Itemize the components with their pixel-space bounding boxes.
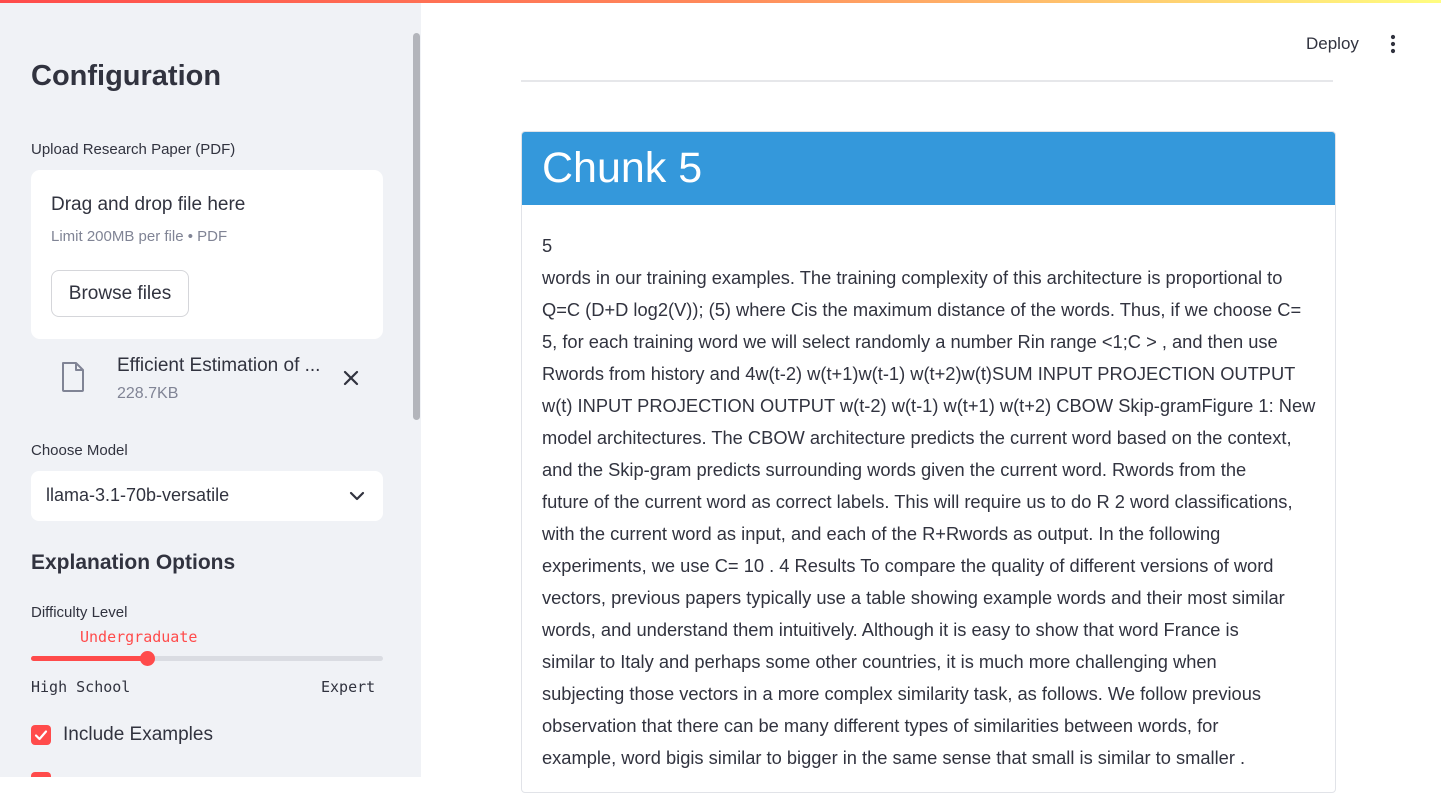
chunk-text-line: with the current word as input, and each… <box>542 523 1221 544</box>
chunk-text-line: words in our training examples. The trai… <box>542 267 1283 288</box>
sidebar-scrollbar[interactable] <box>413 33 420 420</box>
chunk-title: Chunk 5 <box>542 144 703 192</box>
difficulty-min-label: High School <box>31 678 131 696</box>
model-select[interactable]: llama-3.1-70b-versatile <box>31 471 383 521</box>
dropzone-limit-text: Limit 200MB per file • PDF <box>51 228 228 245</box>
difficulty-slider-thumb[interactable] <box>140 651 156 666</box>
top-decoration-bar <box>0 0 1441 3</box>
chevron-down-icon <box>348 488 366 509</box>
sidebar-title: Configuration <box>31 60 222 92</box>
chunk-text-line: experiments, we use C= 10 . 4 Results To… <box>542 555 1274 576</box>
chunk-text-line: example, word bigis similar to bigger in… <box>542 747 1246 768</box>
uploaded-file: Efficient Estimation of ... 228.7KB <box>31 348 383 408</box>
chunk-text-line: Rwords from history and 4w(t-2) w(t+1)w(… <box>542 363 1296 384</box>
chunk-text-line: 5, for each training word we will select… <box>542 331 1278 352</box>
browse-files-button[interactable]: Browse files <box>51 270 189 317</box>
chunk-text-line: similar to Italy and perhaps some other … <box>542 651 1217 672</box>
sidebar: Configuration Upload Research Paper (PDF… <box>0 0 421 777</box>
chunk-text-line: observation that there can be many diffe… <box>542 715 1219 736</box>
file-dropzone[interactable]: Drag and drop file here Limit 200MB per … <box>31 170 383 339</box>
next-option-checkbox[interactable] <box>31 772 51 777</box>
model-select-value: llama-3.1-70b-versatile <box>46 485 230 505</box>
more-vertical-icon[interactable] <box>1382 32 1404 56</box>
difficulty-value: Undergraduate <box>80 628 198 646</box>
deploy-button[interactable]: Deploy <box>1294 30 1371 58</box>
difficulty-label: Difficulty Level <box>31 604 128 621</box>
chunk-text: 5 words in our training examples. The tra… <box>542 230 1322 774</box>
chunk-text-line: 5 <box>542 235 553 256</box>
chunk-text-line: Q=C (D+D log2(V)); (5) where Cis the max… <box>542 299 1302 320</box>
chunk-header: Chunk 5 <box>522 132 1335 205</box>
uploaded-file-size: 228.7KB <box>117 385 179 402</box>
uploaded-file-name: Efficient Estimation of ... <box>117 355 321 376</box>
include-examples-checkbox[interactable] <box>31 725 51 745</box>
upload-label: Upload Research Paper (PDF) <box>31 141 236 158</box>
chunk-text-line: words, and understand them intuitively. … <box>542 619 1239 640</box>
explanation-options-title: Explanation Options <box>31 551 236 574</box>
chunk-card: Chunk 5 5 words in our training examples.… <box>521 131 1336 793</box>
divider <box>521 80 1333 82</box>
chunk-text-line: model architectures. The CBOW architectu… <box>542 427 1292 448</box>
chunk-text-line: w(t) INPUT PROJECTION OUTPUT w(t-2) w(t-… <box>542 395 1316 416</box>
difficulty-slider[interactable] <box>31 651 383 666</box>
checkmark-icon <box>34 730 48 741</box>
chunk-text-line: subjecting those vectors in a more compl… <box>542 683 1262 704</box>
remove-file-icon[interactable] <box>340 367 362 389</box>
difficulty-slider-fill <box>31 656 148 661</box>
chunk-text-line: future of the current word as correct la… <box>542 491 1293 512</box>
include-examples-label: Include Examples <box>63 724 213 745</box>
file-icon <box>61 362 85 397</box>
model-label: Choose Model <box>31 442 128 459</box>
chunk-text-line: vectors, previous papers typically use a… <box>542 587 1285 608</box>
chunk-text-line: and the Skip-gram predicts surrounding w… <box>542 459 1247 480</box>
dropzone-title: Drag and drop file here <box>51 194 246 215</box>
difficulty-max-label: Expert <box>321 678 376 696</box>
